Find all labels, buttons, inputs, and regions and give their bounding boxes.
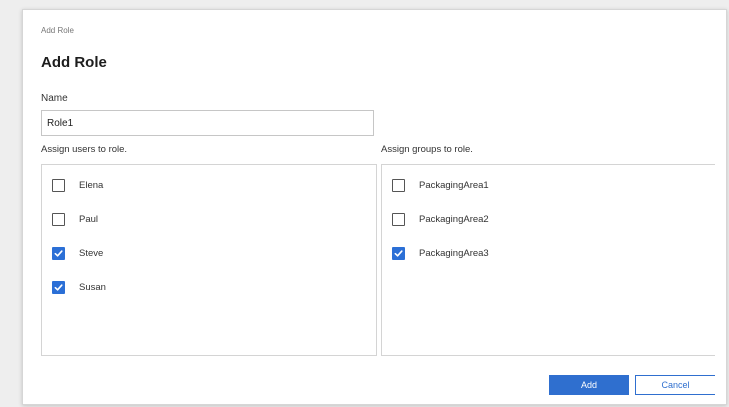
users-list: Elena Paul Steve Susan [41, 164, 377, 356]
list-item-group[interactable]: PackagingArea3 [392, 243, 489, 263]
user-checkbox[interactable] [52, 178, 65, 192]
users-section-label: Assign users to role. [41, 144, 128, 155]
group-checkbox[interactable] [392, 212, 405, 226]
user-checkbox[interactable] [52, 246, 65, 260]
cancel-button[interactable]: Cancel [635, 375, 715, 395]
breadcrumb: Add Role [41, 26, 74, 35]
group-label: PackagingArea2 [419, 213, 489, 225]
list-item-group[interactable]: PackagingArea2 [392, 209, 489, 229]
list-item-user[interactable]: Susan [52, 277, 106, 297]
check-icon [394, 249, 403, 257]
name-input[interactable] [41, 110, 374, 136]
user-label: Steve [79, 247, 104, 259]
page-title: Add Role [41, 54, 107, 71]
user-label: Susan [79, 281, 106, 293]
check-icon [54, 249, 63, 257]
list-item-user[interactable]: Steve [52, 243, 103, 263]
user-checkbox[interactable] [52, 212, 65, 226]
add-role-dialog: Add Role Add Role Name Assign users to r… [22, 9, 727, 405]
group-checkbox[interactable] [392, 178, 405, 192]
name-label: Name [41, 93, 68, 104]
groups-list: PackagingArea1 PackagingArea2 PackagingA… [381, 164, 715, 356]
list-item-group[interactable]: PackagingArea1 [392, 175, 489, 195]
group-label: PackagingArea1 [419, 179, 489, 191]
group-label: PackagingArea3 [419, 247, 489, 259]
user-checkbox[interactable] [52, 280, 65, 294]
user-label: Paul [79, 213, 99, 225]
groups-section-label: Assign groups to role. [381, 144, 473, 155]
add-button[interactable]: Add [549, 375, 629, 395]
check-icon [54, 283, 63, 291]
user-label: Elena [79, 179, 104, 191]
group-checkbox[interactable] [392, 246, 405, 260]
list-item-user[interactable]: Paul [52, 209, 98, 229]
list-item-user[interactable]: Elena [52, 175, 103, 195]
